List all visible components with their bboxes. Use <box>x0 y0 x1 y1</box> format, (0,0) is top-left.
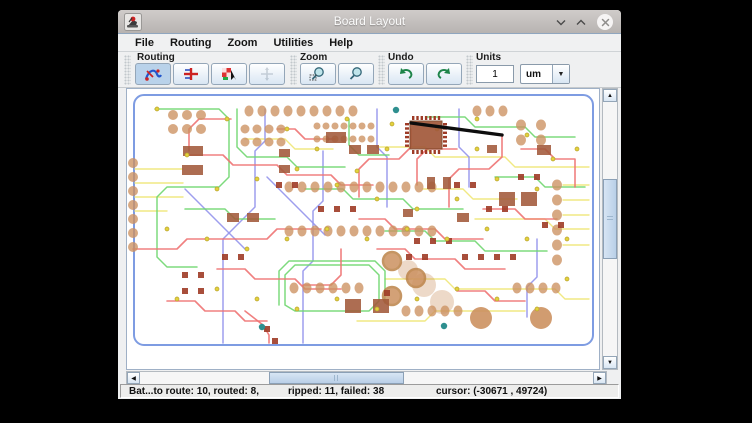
scroll-down-icon[interactable]: ▼ <box>603 356 617 369</box>
zoom-region-icon <box>308 66 328 82</box>
maximize-icon[interactable] <box>573 14 589 30</box>
units-section-label: Units <box>476 52 501 63</box>
undo-icon <box>396 66 416 82</box>
redo-icon <box>434 66 454 82</box>
route-trace-icon <box>181 66 201 82</box>
units-selected-value: um <box>521 65 552 83</box>
autoroute-button[interactable] <box>135 63 171 85</box>
pcb-layout-drawing[interactable] <box>127 89 599 369</box>
status-bar: Bat...to route: 10, routed: 8, ripped: 1… <box>120 384 619 398</box>
zoom-all-button[interactable] <box>338 63 374 85</box>
menu-item-help[interactable]: Help <box>321 37 361 49</box>
zoom-all-icon <box>346 66 366 82</box>
close-icon[interactable] <box>597 14 613 30</box>
chevron-down-icon[interactable]: ▼ <box>552 65 569 83</box>
menu-item-file[interactable]: File <box>127 37 162 49</box>
zoom-section-label: Zoom <box>300 52 327 63</box>
board-canvas[interactable] <box>126 88 600 370</box>
routing-section-label: Routing <box>137 52 175 63</box>
title-bar[interactable]: Board Layout <box>118 10 621 34</box>
menu-item-utilities[interactable]: Utilities <box>265 37 321 49</box>
redo-button[interactable] <box>426 63 462 85</box>
horizontal-scrollbar-thumb[interactable] <box>269 372 404 384</box>
undo-section-label: Undo <box>388 52 414 63</box>
menu-item-routing[interactable]: Routing <box>162 37 220 49</box>
units-dropdown[interactable]: um ▼ <box>520 64 570 84</box>
toolbar-grip[interactable] <box>124 55 131 85</box>
undo-button[interactable] <box>388 63 424 85</box>
zoom-region-button[interactable] <box>300 63 336 85</box>
ripped-stats: ripped: 11, failed: 38 <box>288 386 384 397</box>
toolbar-grip[interactable] <box>466 55 473 85</box>
select-item-button[interactable] <box>211 63 247 85</box>
route-trace-button[interactable] <box>173 63 209 85</box>
move-item-button[interactable] <box>249 63 285 85</box>
toolbar-grip[interactable] <box>290 55 297 85</box>
scroll-up-icon[interactable]: ▲ <box>603 89 617 102</box>
cursor-position: cursor: (-30671 , 49724) <box>436 386 547 397</box>
autoroute-icon <box>143 66 163 82</box>
units-value-input[interactable] <box>476 65 514 83</box>
scroll-left-icon[interactable]: ◀ <box>127 372 140 384</box>
route-stats: Bat...to route: 10, routed: 8, <box>129 386 259 397</box>
horizontal-scrollbar[interactable]: ◀ ▶ <box>126 371 607 385</box>
app-window: Board Layout File Routing Zoom Utilities… <box>118 10 621 399</box>
toolbar-grip[interactable] <box>378 55 385 85</box>
move-item-icon <box>257 66 277 82</box>
menu-bar: File Routing Zoom Utilities Help <box>118 35 621 52</box>
select-item-icon <box>219 66 239 82</box>
window-title: Board Layout <box>118 14 621 28</box>
menu-item-zoom[interactable]: Zoom <box>220 37 266 49</box>
toolbar: Routing <box>118 52 621 88</box>
scroll-right-icon[interactable]: ▶ <box>593 372 606 384</box>
vertical-scrollbar[interactable]: ▲ ▼ <box>602 88 618 370</box>
vertical-scrollbar-thumb[interactable] <box>603 179 617 259</box>
minimize-icon[interactable] <box>553 14 569 30</box>
